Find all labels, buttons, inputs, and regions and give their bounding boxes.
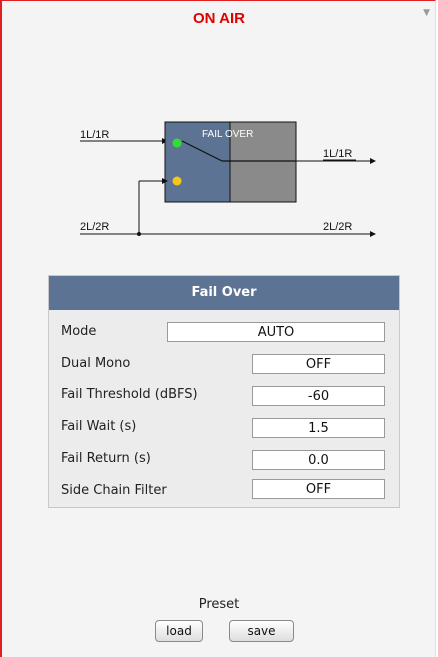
fail-threshold-field[interactable]: -60 bbox=[252, 386, 385, 406]
fail-wait-field[interactable]: 1.5 bbox=[252, 418, 385, 438]
fail-threshold-label: Fail Threshold (dBFS) bbox=[61, 387, 198, 402]
primary-status-dot bbox=[172, 138, 182, 148]
failover-settings-panel: Fail Over Mode AUTO Dual Mono OFF Fail T… bbox=[48, 275, 400, 508]
save-button[interactable]: save bbox=[229, 620, 294, 642]
fail-return-field[interactable]: 0.0 bbox=[252, 450, 385, 470]
mode-label: Mode bbox=[61, 324, 97, 339]
side-chain-filter-field[interactable]: OFF bbox=[252, 479, 385, 499]
dual-mono-field[interactable]: OFF bbox=[252, 354, 385, 374]
load-button[interactable]: load bbox=[155, 620, 203, 642]
input1-label: 1L/1R bbox=[80, 129, 109, 141]
side-chain-filter-label: Side Chain Filter bbox=[61, 483, 167, 498]
preset-label: Preset bbox=[198, 597, 240, 612]
fail-return-label: Fail Return (s) bbox=[61, 451, 151, 466]
fail-wait-label: Fail Wait (s) bbox=[61, 419, 137, 434]
output2-label: 2L/2R bbox=[323, 221, 352, 233]
signal-flow-diagram: 1L/1R FAIL OVER 1L/1R 2L/2R 2L/2R bbox=[80, 121, 376, 237]
dual-mono-label: Dual Mono bbox=[61, 356, 131, 371]
output1-arrow bbox=[370, 158, 376, 164]
input2-label: 2L/2R bbox=[80, 221, 109, 233]
output2-arrow bbox=[370, 231, 376, 237]
panel-title: Fail Over bbox=[49, 276, 399, 310]
failover-block-label: FAIL OVER bbox=[202, 129, 253, 140]
secondary-status-dot bbox=[172, 176, 182, 186]
mode-field[interactable]: AUTO bbox=[167, 322, 385, 342]
output1-label: 1L/1R bbox=[323, 148, 352, 160]
